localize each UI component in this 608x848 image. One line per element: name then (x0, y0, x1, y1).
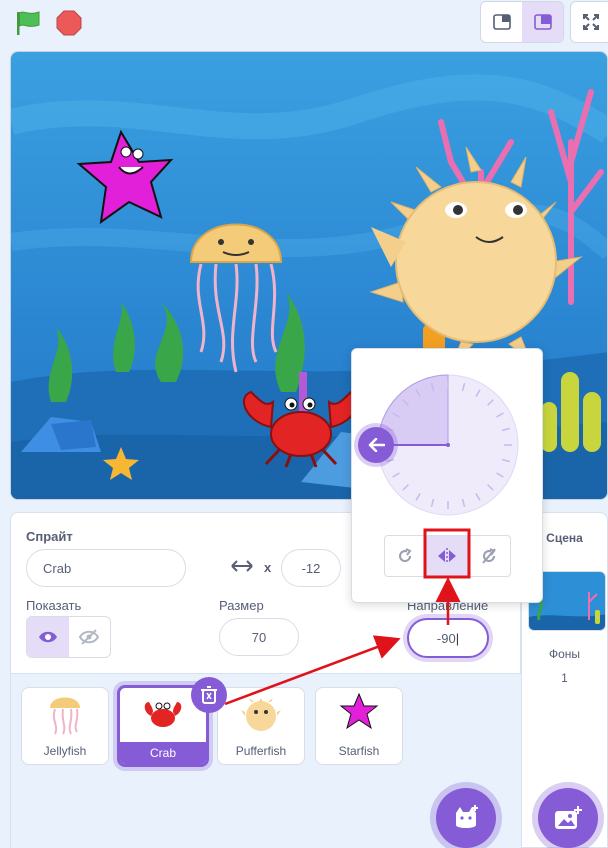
direction-value: -90 (436, 630, 456, 646)
rotation-style-buttons (384, 535, 511, 577)
fullscreen-icon (583, 14, 599, 30)
left-right-button[interactable] (426, 536, 469, 576)
stage-header (0, 0, 608, 46)
size-input[interactable]: 70 (219, 618, 299, 656)
sprite-tile-pufferfish[interactable]: Pufferfish (217, 687, 305, 765)
show-label: Показать (26, 598, 82, 613)
size-label: Размер (219, 598, 264, 613)
crab-thumbnail (144, 702, 182, 727)
sprite-tile-jellyfish[interactable]: Jellyfish (21, 687, 109, 765)
backdrops-label: Фоны (548, 647, 581, 661)
direction-input[interactable]: -90 | (407, 618, 489, 658)
sprite-tile-label: Pufferfish (235, 744, 287, 758)
no-rotate-icon (482, 548, 496, 564)
large-stage-icon (533, 14, 552, 30)
visibility-toggle (26, 616, 111, 658)
x-label: x (264, 560, 272, 575)
direction-popover (351, 348, 543, 603)
large-stage-button[interactable] (522, 2, 563, 42)
dont-rotate-button[interactable] (468, 536, 510, 576)
size-value: 70 (251, 629, 267, 645)
sprite-tile-label: Jellyfish (43, 744, 87, 758)
eye-slash-icon (79, 629, 100, 645)
sprite-tile-label: Crab (120, 742, 206, 764)
pufferfish-thumbnail (241, 698, 281, 731)
trash-icon (201, 686, 217, 704)
add-backdrop-icon (555, 806, 582, 829)
x-arrows-icon (231, 560, 253, 572)
x-input[interactable]: -12 (281, 549, 341, 587)
arrow-left-icon (368, 438, 385, 452)
rotate-all-around-button[interactable] (385, 536, 427, 576)
green-flag-icon[interactable] (14, 10, 42, 36)
add-backdrop-button[interactable] (538, 788, 598, 848)
sprite-name-input[interactable]: Crab (26, 549, 186, 587)
dial-handle[interactable] (358, 427, 394, 463)
eye-icon (38, 631, 57, 643)
x-value: -12 (301, 560, 321, 576)
jellyfish-thumbnail (50, 697, 80, 735)
sprite-tile-starfish[interactable]: Starfish (315, 687, 403, 765)
show-button[interactable] (27, 617, 69, 657)
hide-button[interactable] (69, 617, 111, 657)
flip-horizontal-icon (438, 548, 456, 564)
starfish-thumbnail (339, 692, 379, 730)
sprite-tile-label: Starfish (338, 744, 380, 758)
backdrops-count: 1 (561, 671, 568, 685)
add-sprite-icon (456, 805, 478, 828)
small-stage-button[interactable] (481, 2, 522, 42)
small-stage-icon (492, 14, 511, 30)
delete-sprite-button[interactable] (191, 677, 227, 713)
sprite-label: Спрайт (26, 529, 73, 544)
sprite-name-value: Crab (43, 560, 72, 576)
stage-size-toggle (480, 1, 564, 43)
stop-icon[interactable] (56, 10, 82, 36)
add-sprite-button[interactable] (436, 788, 496, 848)
rotate-icon (399, 548, 412, 563)
fullscreen-button[interactable] (570, 1, 608, 43)
